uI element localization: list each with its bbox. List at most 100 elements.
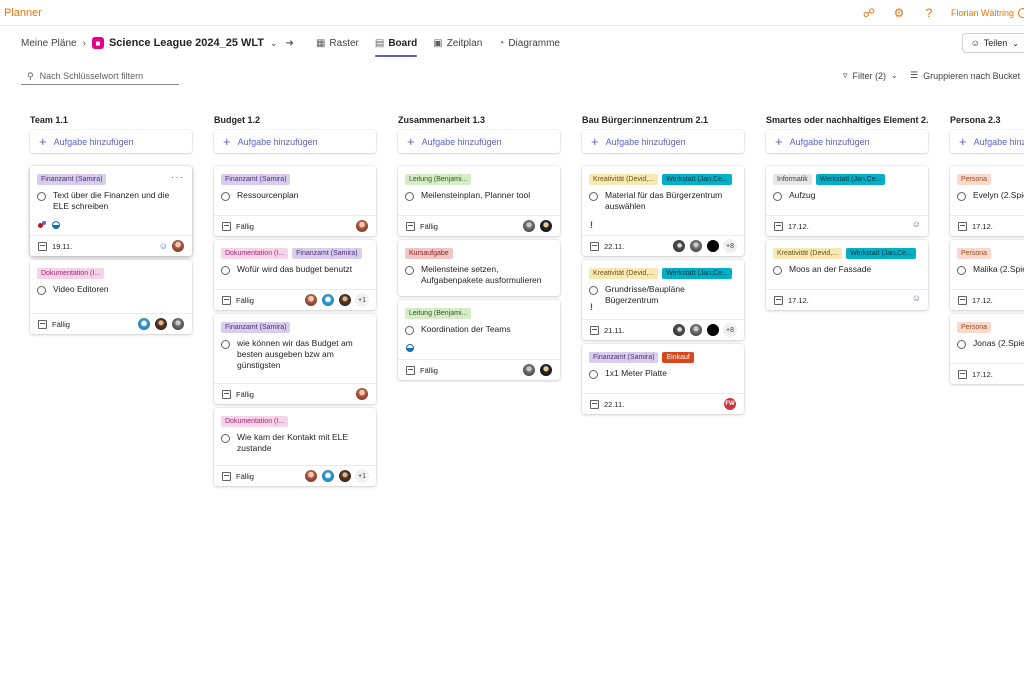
task-card[interactable]: Persona Malika (2.Spiel 17.12. (950, 240, 1024, 310)
filter-button[interactable]: ▿ Filter (2) ⌄ (843, 70, 898, 81)
task-card[interactable]: Leitung (Benjami... Meilensteinplan, Pla… (398, 166, 560, 236)
complete-checkbox[interactable] (957, 192, 966, 201)
assignees[interactable]: FW (720, 397, 737, 411)
due-date[interactable]: Fällig (52, 320, 70, 329)
due-date[interactable]: Fällig (236, 296, 254, 305)
task-card[interactable]: Kreativität (Devid,... Werkstatt (Jan,Ce.… (766, 240, 928, 310)
add-task-button[interactable]: + Aufgabe hinzufügen (398, 130, 560, 153)
task-card[interactable]: Dokumentation (I... Video Editoren Fälli… (30, 260, 192, 334)
task-card[interactable]: Dokumentation (I... Wie kam der Kontakt … (214, 408, 376, 486)
assignees[interactable]: ☺ (912, 219, 921, 229)
due-date[interactable]: 17.12. (788, 222, 809, 231)
plan-title[interactable]: Science League 2024_25 WLT (109, 37, 264, 49)
pin-icon[interactable]: ➜ (286, 38, 294, 49)
due-date[interactable]: 17.12. (972, 222, 993, 231)
assignees[interactable] (519, 219, 553, 233)
assignees[interactable] (134, 317, 185, 331)
task-card[interactable]: Kreativität (Devid,... Werkstatt (Jan,Ce.… (582, 166, 744, 256)
task-card[interactable]: Persona Jonas (2.Spiel 17.12. (950, 314, 1024, 384)
complete-checkbox[interactable] (37, 192, 46, 201)
add-task-button[interactable]: + Aufgabe hinzufügen (30, 130, 192, 153)
task-card[interactable]: Finanzamt (Samira) ··· Text über die Fin… (30, 166, 192, 256)
due-date[interactable]: Fällig (420, 222, 438, 231)
task-card[interactable]: Informatik Werkstatt (Jan,Ce... Aufzug 17… (766, 166, 928, 236)
more-assignees-count[interactable]: +1 (355, 469, 369, 483)
assignees[interactable] (352, 387, 369, 401)
assignees[interactable]: +1 (301, 293, 369, 307)
help-icon[interactable]: ? (921, 5, 937, 21)
chevron-down-icon[interactable]: ⌄ (270, 38, 278, 49)
complete-checkbox[interactable] (773, 192, 782, 201)
gear-icon[interactable]: ⚙ (891, 5, 907, 21)
due-date[interactable]: 17.12. (788, 296, 809, 305)
due-date[interactable]: 22.11. (604, 242, 624, 251)
task-card[interactable]: Dokumentation (I... Finanzamt (Samira) Wo… (214, 240, 376, 310)
complete-checkbox[interactable] (957, 266, 966, 275)
more-assignees-count[interactable]: +8 (723, 323, 737, 337)
bucket-title[interactable]: Persona 2.3 (950, 114, 1024, 126)
due-date[interactable]: 17.12. (972, 296, 993, 305)
add-task-button[interactable]: + Aufgabe hinzufügen (766, 130, 928, 153)
due-date[interactable]: 17.12. (972, 370, 993, 379)
task-card[interactable]: Finanzamt (Samira) Ressourcenplan Fällig (214, 166, 376, 236)
card-meta (38, 220, 60, 229)
complete-checkbox[interactable] (589, 286, 598, 295)
complete-checkbox[interactable] (221, 340, 230, 349)
bucket-title[interactable]: Smartes oder nachhaltiges Element 2. (766, 114, 928, 126)
task-card[interactable]: Leitung (Benjami... Koordination der Tea… (398, 300, 560, 380)
complete-checkbox[interactable] (37, 286, 46, 295)
assignees[interactable] (352, 219, 369, 233)
tab-board[interactable]: ▤ Board (374, 26, 418, 60)
complete-checkbox[interactable] (405, 266, 414, 275)
due-date[interactable]: Fällig (420, 366, 438, 375)
complete-checkbox[interactable] (589, 192, 598, 201)
app-name[interactable]: Planner (4, 7, 42, 19)
task-card[interactable]: Finanzamt (Samira) Einkauf 1x1 Meter Plat… (582, 344, 744, 414)
assignees[interactable]: ☺ (159, 239, 185, 253)
complete-checkbox[interactable] (221, 266, 230, 275)
complete-checkbox[interactable] (221, 192, 230, 201)
bucket-title[interactable]: Team 1.1 (30, 114, 192, 126)
assignees[interactable]: +1 (301, 469, 369, 483)
assignees[interactable] (519, 363, 553, 377)
complete-checkbox[interactable] (405, 192, 414, 201)
add-task-button[interactable]: + Aufgabe hinzufügen (582, 130, 744, 153)
more-assignees-count[interactable]: +8 (723, 239, 737, 253)
assignees[interactable]: +8 (669, 239, 737, 253)
complete-checkbox[interactable] (221, 434, 230, 443)
task-card[interactable]: Kursaufgabe Meilensteine setzen, Aufgabe… (398, 240, 560, 296)
assignees[interactable]: +8 (669, 323, 737, 337)
add-task-button[interactable]: + Aufgabe hinzufügen (950, 130, 1024, 153)
complete-checkbox[interactable] (773, 266, 782, 275)
task-card[interactable]: Kreativität (Devid,... Werkstatt (Jan,Ce.… (582, 260, 744, 340)
complete-checkbox[interactable] (589, 370, 598, 379)
tab-diagramme[interactable]: ◔ Diagramme (498, 26, 560, 60)
tab-zeitplan[interactable]: ▣ Zeitplan (433, 26, 482, 60)
group-by-button[interactable]: ☰ Gruppieren nach Bucket ⌄ (910, 70, 1024, 81)
add-task-button[interactable]: + Aufgabe hinzufügen (214, 130, 376, 153)
task-card[interactable]: Finanzamt (Samira) wie können wir das Bu… (214, 314, 376, 404)
more-icon[interactable]: ··· (171, 172, 184, 183)
breadcrumb-root[interactable]: Meine Pläne (21, 38, 77, 49)
complete-checkbox[interactable] (405, 326, 414, 335)
due-date[interactable]: 19.11. (52, 242, 72, 251)
due-date[interactable]: 21.11. (604, 326, 624, 335)
task-card[interactable]: Persona Evelyn (2.Spiel 17.12. (950, 166, 1024, 236)
due-date[interactable]: 22.11. (604, 400, 624, 409)
share-link-icon[interactable]: ☍ (861, 5, 877, 21)
bucket-title[interactable]: Zusammenarbeit 1.3 (398, 114, 560, 126)
user-name[interactable]: Florian Wältring (951, 8, 1014, 18)
search-box[interactable]: ⚲ (21, 68, 179, 85)
bucket-title[interactable]: Budget 1.2 (214, 114, 376, 126)
due-date[interactable]: Fällig (236, 472, 254, 481)
assignees[interactable]: ☺ (912, 293, 921, 303)
complete-checkbox[interactable] (957, 340, 966, 349)
tab-raster[interactable]: ▦ Raster (316, 26, 359, 60)
user-avatar[interactable] (1018, 8, 1024, 18)
share-button[interactable]: ☺ Teilen ⌄ (961, 33, 1024, 53)
due-date[interactable]: Fällig (236, 222, 254, 231)
due-date[interactable]: Fällig (236, 390, 254, 399)
search-input[interactable] (39, 71, 170, 81)
more-assignees-count[interactable]: +1 (355, 293, 369, 307)
bucket-title[interactable]: Bau Bürger:innenzentrum 2.1 (582, 114, 744, 126)
